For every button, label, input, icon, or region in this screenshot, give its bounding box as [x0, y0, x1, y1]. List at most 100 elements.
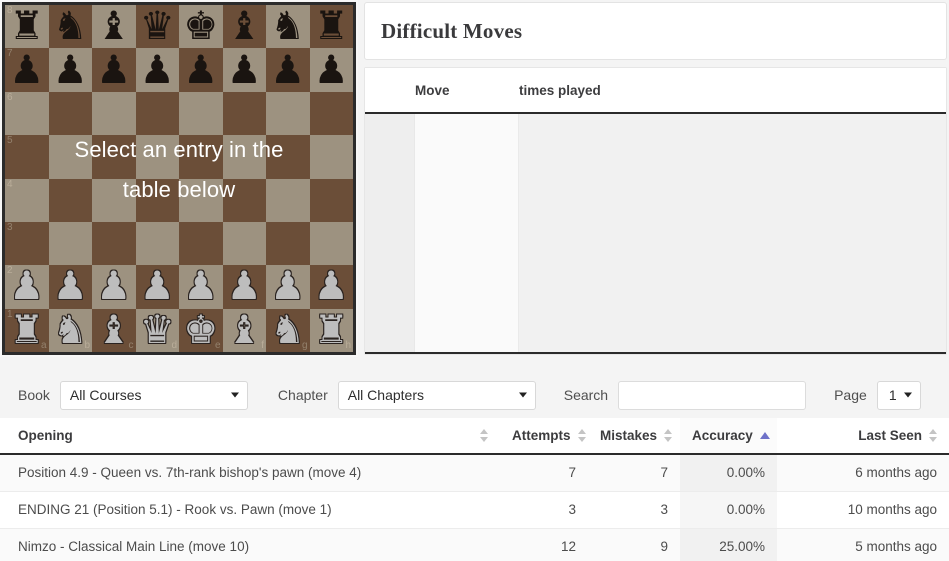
chess-piece[interactable]: ♟: [179, 265, 223, 308]
chess-piece[interactable]: ♜: [310, 5, 354, 48]
board-square-h8[interactable]: ♜: [309, 5, 354, 49]
board-square-g1[interactable]: g ♞: [266, 308, 310, 352]
board-square-h7[interactable]: ♟: [309, 48, 353, 92]
table-row[interactable]: Nimzo - Classical Main Line (move 10) 12 9…: [0, 528, 949, 561]
chess-piece[interactable]: ♟: [266, 48, 310, 91]
board-square-b5[interactable]: [48, 135, 92, 179]
board-square-g5[interactable]: [266, 135, 310, 179]
book-select[interactable]: All Courses: [59, 380, 248, 410]
board-square-c1[interactable]: c ♝: [92, 308, 136, 352]
board-square-h4[interactable]: [309, 178, 353, 222]
board-square-b6[interactable]: [48, 91, 92, 136]
board-square-e4[interactable]: [179, 178, 223, 222]
chess-piece[interactable]: ♜: [310, 309, 354, 352]
board-square-d2[interactable]: ♟: [135, 265, 180, 309]
difficult-moves-col-times-played[interactable]: times played: [519, 83, 946, 98]
board-square-f2[interactable]: ♟: [222, 265, 267, 309]
chess-piece[interactable]: ♝: [92, 5, 136, 48]
chess-piece[interactable]: ♚: [179, 5, 223, 48]
chess-piece[interactable]: ♝: [223, 309, 267, 352]
board-square-h1[interactable]: h ♜: [309, 308, 354, 352]
board-square-e1[interactable]: e ♚: [179, 308, 223, 352]
chess-piece[interactable]: ♟: [49, 265, 93, 308]
board-square-a1[interactable]: 1 a ♜: [5, 308, 49, 352]
col-header-opening[interactable]: Opening: [0, 418, 500, 455]
board-square-b2[interactable]: ♟: [48, 265, 93, 309]
board-square-e8[interactable]: ♚: [179, 5, 223, 49]
chess-piece[interactable]: ♟: [223, 265, 267, 308]
search-input[interactable]: [618, 380, 807, 410]
board-square-d3[interactable]: [135, 221, 179, 266]
chess-piece[interactable]: ♟: [92, 48, 136, 91]
chess-piece[interactable]: ♟: [136, 48, 180, 91]
board-square-d4[interactable]: [135, 178, 179, 222]
chess-piece[interactable]: ♟: [5, 265, 49, 308]
board-square-h2[interactable]: ♟: [309, 265, 354, 309]
chess-piece[interactable]: ♝: [92, 309, 136, 352]
board-square-c7[interactable]: ♟: [92, 48, 136, 92]
board-square-h3[interactable]: [309, 221, 353, 266]
board-square-g3[interactable]: [266, 221, 310, 266]
board-square-d1[interactable]: d ♛: [135, 308, 180, 352]
col-header-last-seen[interactable]: Last Seen: [777, 418, 949, 455]
board-square-e7[interactable]: ♟: [179, 48, 223, 92]
page-select[interactable]: 1: [876, 380, 921, 410]
chess-piece[interactable]: ♟: [136, 265, 180, 308]
board-square-c8[interactable]: ♝: [92, 5, 136, 49]
board-square-f4[interactable]: [222, 178, 266, 222]
board-square-b3[interactable]: [48, 221, 92, 266]
chess-piece[interactable]: ♟: [310, 265, 354, 308]
chess-piece[interactable]: ♟: [223, 48, 267, 91]
board-square-f8[interactable]: ♝: [222, 5, 267, 49]
board-square-h5[interactable]: [309, 135, 353, 179]
board-square-g2[interactable]: ♟: [266, 265, 310, 309]
board-square-e2[interactable]: ♟: [179, 265, 223, 309]
col-header-mistakes[interactable]: Mistakes: [588, 418, 680, 455]
board-square-c3[interactable]: [92, 221, 136, 266]
board-square-d5[interactable]: [135, 135, 179, 179]
board-square-b7[interactable]: ♟: [48, 48, 93, 92]
board-square-a7[interactable]: 7 ♟: [5, 48, 49, 92]
difficult-moves-col-move[interactable]: Move: [415, 83, 519, 98]
board-square-c2[interactable]: ♟: [92, 265, 136, 309]
board-square-f5[interactable]: [222, 135, 266, 179]
board-square-e3[interactable]: [179, 221, 223, 266]
chess-piece[interactable]: ♛: [136, 309, 180, 352]
board-square-d6[interactable]: [135, 91, 179, 136]
chess-piece[interactable]: ♝: [223, 5, 267, 48]
chess-piece[interactable]: ♞: [49, 309, 93, 352]
col-header-attempts[interactable]: Attempts: [500, 418, 588, 455]
board-square-a6[interactable]: 6: [5, 91, 49, 136]
board-square-a4[interactable]: 4: [5, 178, 49, 222]
chess-piece[interactable]: ♜: [5, 5, 49, 48]
chess-piece[interactable]: ♞: [49, 5, 93, 48]
chess-piece[interactable]: ♟: [179, 48, 223, 91]
chapter-select[interactable]: All Chapters: [337, 380, 536, 410]
board-square-f3[interactable]: [222, 221, 266, 266]
board-square-g4[interactable]: [266, 178, 310, 222]
board-square-g8[interactable]: ♞: [266, 5, 310, 49]
board-square-a3[interactable]: 3: [5, 221, 49, 266]
board-square-e5[interactable]: [179, 135, 223, 179]
table-row[interactable]: Position 4.9 - Queen vs. 7th-rank bishop…: [0, 454, 949, 492]
board-square-e6[interactable]: [179, 91, 223, 136]
chess-piece[interactable]: ♟: [266, 265, 310, 308]
col-header-accuracy[interactable]: Accuracy: [680, 418, 777, 455]
board-square-b8[interactable]: ♞: [48, 5, 93, 49]
chess-piece[interactable]: ♟: [92, 265, 136, 308]
board-square-b1[interactable]: b ♞: [48, 308, 93, 352]
board-square-f6[interactable]: [222, 91, 266, 136]
table-row[interactable]: ENDING 21 (Position 5.1) - Rook vs. Pawn…: [0, 491, 949, 529]
chessboard[interactable]: 8 ♜ ♞ ♝ ♛ ♚ ♝ ♞ ♜ 7 ♟ ♟ ♟ ♟ ♟ ♟ ♟ ♟ 6 5 4 3 2 ♟ ♟ ♟ ♟ ♟ ♟ ♟ ♟ 1 a ♜ b ♞ c ♝ d ♛…: [2, 2, 356, 355]
board-square-c6[interactable]: [92, 91, 136, 136]
board-square-f1[interactable]: f ♝: [222, 308, 267, 352]
board-square-g6[interactable]: [266, 91, 310, 136]
board-square-d7[interactable]: ♟: [135, 48, 180, 92]
board-square-b4[interactable]: [48, 178, 92, 222]
board-square-a5[interactable]: 5: [5, 135, 49, 179]
chess-piece[interactable]: ♟: [49, 48, 93, 91]
chess-piece[interactable]: ♚: [179, 309, 223, 352]
board-square-d8[interactable]: ♛: [135, 5, 179, 49]
chess-piece[interactable]: ♞: [266, 309, 310, 352]
board-square-a8[interactable]: 8 ♜: [5, 5, 49, 49]
